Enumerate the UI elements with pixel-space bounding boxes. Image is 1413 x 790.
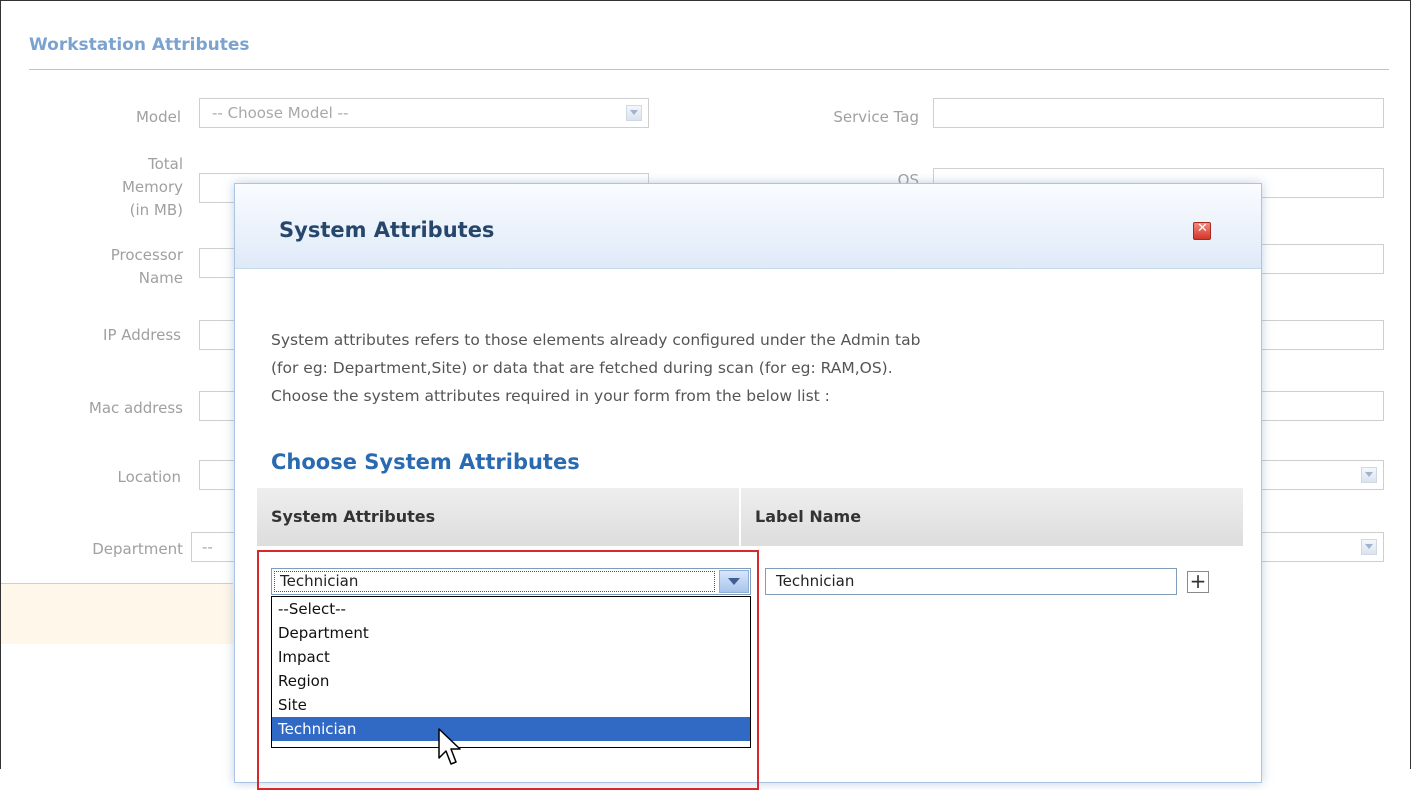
choose-attributes-heading: Choose System Attributes	[271, 450, 580, 474]
dropdown-option[interactable]: Region	[272, 669, 750, 693]
mac-right-input[interactable]	[1256, 391, 1384, 421]
chevron-down-icon[interactable]	[719, 570, 749, 593]
form-footer-band	[1, 583, 233, 644]
location-select[interactable]	[199, 460, 239, 490]
system-attribute-dropdown-list: --Select-- Department Impact Region Site…	[271, 596, 751, 748]
location-label: Location	[117, 468, 181, 486]
modal-title: System Attributes	[279, 218, 495, 242]
column-header-system-attributes: System Attributes	[271, 507, 436, 526]
modal-header: System Attributes ✕	[235, 184, 1261, 269]
department-right-select[interactable]	[1256, 532, 1384, 562]
system-attribute-select-value: Technician	[274, 571, 715, 592]
service-tag-label: Service Tag	[833, 108, 919, 126]
page-frame: Workstation Attributes Model -- Choose M…	[0, 0, 1411, 790]
department-select-value: --	[202, 538, 213, 556]
close-icon[interactable]: ✕	[1193, 221, 1211, 240]
model-select-value: -- Choose Model --	[212, 104, 349, 122]
system-attributes-modal: System Attributes ✕ System attributes re…	[234, 183, 1262, 790]
dropdown-option[interactable]: Department	[272, 621, 750, 645]
os-label: OS	[897, 171, 919, 183]
dropdown-option-selected[interactable]: Technician	[272, 717, 750, 741]
ip-address-label: IP Address	[103, 326, 181, 344]
title-divider	[29, 69, 1389, 70]
add-row-button[interactable]: +	[1187, 571, 1209, 593]
chevron-down-icon	[626, 105, 642, 121]
processor-name-label: Processor Name	[110, 246, 183, 287]
ip-right-input[interactable]	[1256, 320, 1384, 350]
mac-address-label: Mac address	[88, 399, 183, 417]
mac-address-input[interactable]	[199, 391, 239, 421]
attributes-table-header: System Attributes Label Name	[257, 488, 1243, 546]
system-attribute-select[interactable]: Technician	[271, 568, 751, 595]
service-tag-input[interactable]	[933, 98, 1384, 128]
total-memory-label: Total Memory (in MB)	[121, 155, 183, 219]
modal-description: System attributes refers to those elemen…	[271, 331, 921, 405]
chevron-down-icon	[1361, 539, 1377, 555]
processor-name-input[interactable]	[199, 248, 239, 278]
dropdown-option[interactable]: Impact	[272, 645, 750, 669]
location-right-select[interactable]	[1256, 460, 1384, 490]
ip-address-input[interactable]	[199, 320, 239, 350]
mouse-pointer-icon	[438, 728, 461, 765]
department-select[interactable]: --	[191, 532, 239, 562]
dropdown-option[interactable]: Site	[272, 693, 750, 717]
column-header-label-name: Label Name	[755, 507, 862, 526]
chevron-down-icon	[1361, 467, 1377, 483]
processor-right-input[interactable]	[1256, 244, 1384, 274]
label-name-input[interactable]: Technician	[765, 568, 1177, 595]
department-label: Department	[92, 540, 183, 558]
model-select[interactable]: -- Choose Model --	[199, 98, 649, 128]
section-title: Workstation Attributes	[29, 35, 250, 55]
dropdown-option[interactable]: --Select--	[272, 597, 750, 621]
model-label: Model	[135, 108, 181, 126]
